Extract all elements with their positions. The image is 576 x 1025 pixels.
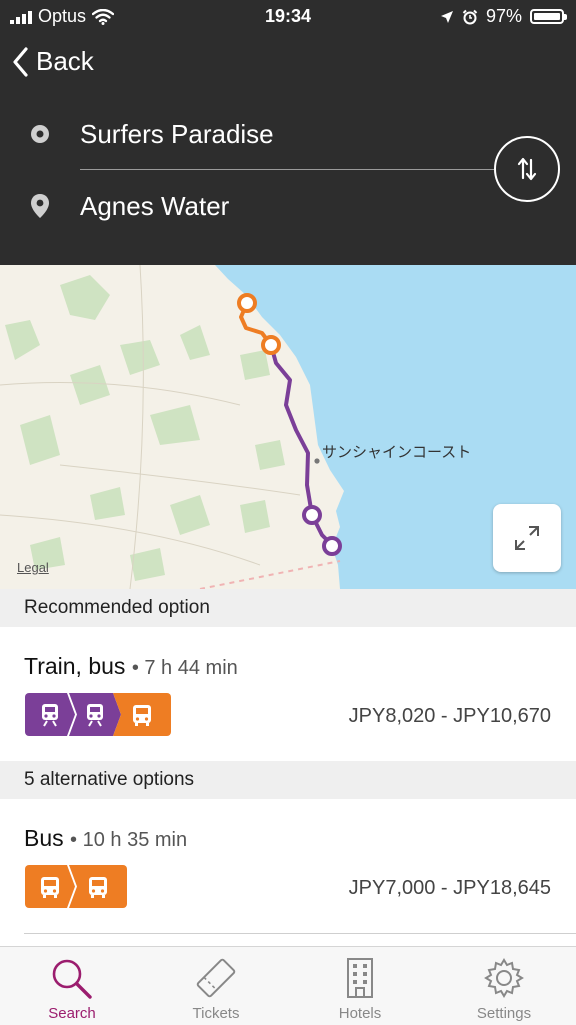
bus-icon [113,693,171,736]
map-canvas [0,265,576,589]
origin-field[interactable]: Surfers Paradise [80,119,274,150]
chevron-left-icon [13,46,28,77]
recommended-section-label: Recommended option [24,597,210,618]
battery-percent: 97% [485,6,522,26]
swap-button[interactable] [494,136,560,202]
route-divider [80,169,494,170]
option-title: Train, bus [24,653,126,679]
map-pin-icon [31,194,49,218]
ticket-icon [196,958,236,998]
transport-modes [25,693,171,736]
destination-field[interactable]: Agnes Water [80,191,229,222]
tab-settings[interactable]: Settings [432,947,576,1025]
hotel-icon [347,958,373,998]
back-label: Back [36,46,94,76]
card-divider [24,933,576,934]
route-map[interactable] [0,265,576,589]
destination-row[interactable]: Agnes Water [0,176,576,236]
swap-arrows-icon [517,157,537,181]
location-arrow-icon [440,10,453,23]
option-price: JPY7,000 - JPY18,645 [348,877,551,899]
train-icon [69,693,121,736]
tab-search[interactable]: Search [0,947,144,1025]
legal-link[interactable]: Legal [17,560,49,575]
option-title-row: Train, bus • 7 h 44 min [24,653,238,680]
option-duration: • 10 h 35 min [70,829,188,851]
alternatives-section-label: 5 alternative options [24,769,195,790]
option-price: JPY8,020 - JPY10,670 [348,705,551,727]
bus-icon [25,865,75,908]
search-icon [52,959,92,999]
tab-label: Tickets [192,1005,240,1022]
recommended-section-header: Recommended option [0,589,576,627]
back-button[interactable]: Back [12,46,94,77]
header: Optus 19:34 97% Back Surfers Paradise Ag… [0,0,576,265]
battery-icon [530,9,567,24]
tab-label: Search [48,1005,96,1022]
alternatives-section-header: 5 alternative options [0,761,576,799]
alarm-icon [462,9,478,24]
tab-tickets[interactable]: Tickets [144,947,288,1025]
gear-icon [484,958,524,998]
option-title-row: Bus • 10 h 35 min [24,825,187,852]
bus-icon [69,865,127,908]
recommended-option-card[interactable]: Train, bus • 7 h 44 min JPY8,020 - JPY10… [0,627,576,761]
status-bar: Optus 19:34 97% [0,0,576,34]
alternative-option-card[interactable]: Bus • 10 h 35 min JPY7,000 - JPY18,645 [0,799,576,933]
origin-dot-icon [31,125,49,143]
expand-icon [515,526,539,550]
option-duration: • 7 h 44 min [131,657,238,679]
tab-hotels[interactable]: Hotels [288,947,432,1025]
tab-label: Settings [476,1005,532,1022]
origin-row[interactable]: Surfers Paradise [0,104,576,164]
tab-bar: Search Tickets Hotels Settings [0,946,576,1025]
map-place-label: サンシャインコースト [322,444,472,461]
expand-map-button[interactable] [493,504,561,572]
option-title: Bus [24,825,64,851]
train-icon [25,693,75,736]
transport-modes [25,865,127,908]
tab-label: Hotels [338,1005,382,1022]
